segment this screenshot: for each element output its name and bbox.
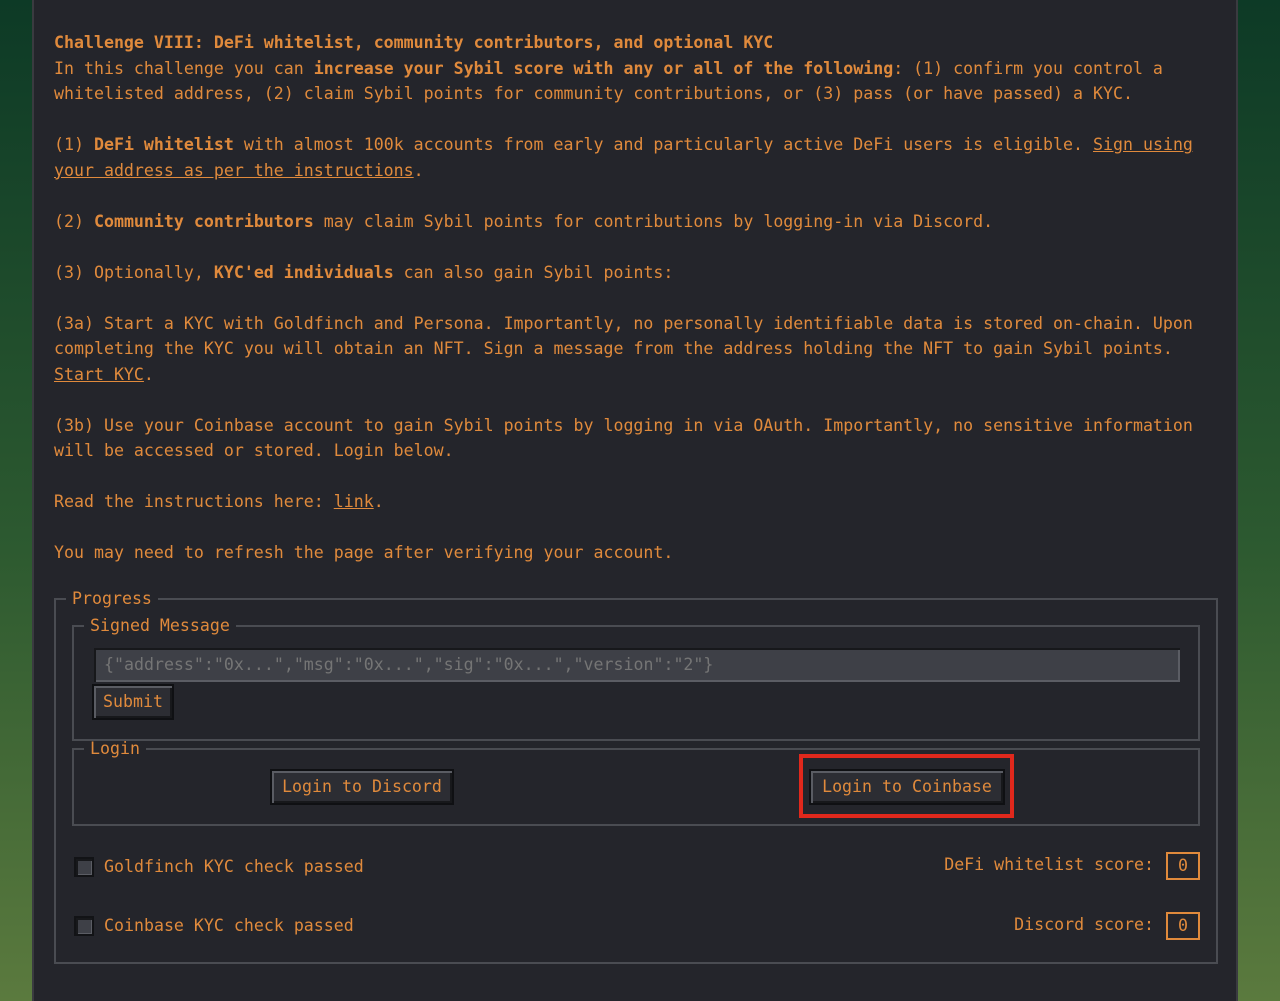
item1-prefix: (1) — [54, 135, 94, 154]
intro-lead-bold: increase your Sybil score with any or al… — [313, 58, 894, 78]
challenge-title: Challenge VIII: DeFi whitelist, communit… — [54, 33, 774, 52]
coinbase-paragraph: (3b) Use your Coinbase account to gain S… — [54, 413, 1220, 464]
defi-whitelist-paragraph: (1) DeFi whitelist with almost 100k acco… — [54, 132, 1220, 183]
coinbase-kyc-checkbox[interactable] — [74, 916, 94, 936]
challenge-description: Challenge VIII: DeFi whitelist, communit… — [54, 30, 1220, 591]
item3a-text: (3a) Start a KYC with Goldfinch and Pers… — [54, 313, 1193, 359]
goldfinch-kyc-label: Goldfinch KYC check passed — [104, 857, 364, 876]
instructions-text: Read the instructions here: — [54, 492, 334, 511]
item2-prefix: (2) — [54, 211, 94, 231]
discord-score-label: Discord score: — [1014, 915, 1154, 934]
intro-paragraph: Challenge VIII: DeFi whitelist, communit… — [54, 30, 1220, 107]
defi-whitelist-score-label: DeFi whitelist score: — [944, 855, 1154, 874]
login-fieldset: Login — [72, 740, 1200, 826]
signed-message-legend: Signed Message — [90, 616, 230, 635]
item2-text: may claim Sybil points for contributions… — [313, 211, 994, 231]
login-discord-button[interactable]: Login to Discord — [270, 769, 454, 805]
goldfinch-kyc-checkbox[interactable] — [74, 857, 94, 877]
signed-message-input[interactable] — [94, 648, 1180, 682]
coinbase-kyc-label: Coinbase KYC check passed — [104, 916, 354, 935]
instructions-suffix: . — [373, 492, 384, 511]
start-kyc-link[interactable]: Start KYC — [54, 365, 144, 384]
item3-prefix: (3) Optionally, — [54, 262, 214, 282]
item1-text: with almost 100k accounts from early and… — [233, 135, 1094, 154]
item3-bold: KYC'ed individuals — [213, 262, 394, 282]
progress-legend: Progress — [72, 589, 152, 608]
login-coinbase-button[interactable]: Login to Coinbase — [809, 769, 1005, 805]
discord-score-value: 0 — [1166, 912, 1200, 940]
refresh-note: You may need to refresh the page after v… — [54, 543, 674, 562]
item3-text: can also gain Sybil points: — [393, 262, 674, 282]
submit-button[interactable]: Submit — [92, 684, 174, 720]
challenge-panel: Challenge VIII: DeFi whitelist, communit… — [32, 0, 1238, 1001]
intro-lead-text: In this challenge you can — [54, 58, 314, 78]
instructions-link[interactable]: link — [334, 492, 374, 511]
item3a-suffix: . — [143, 364, 154, 384]
login-legend: Login — [90, 739, 140, 758]
item2-bold: Community contributors — [93, 211, 314, 231]
item3b-text: (3b) Use your Coinbase account to gain S… — [54, 415, 1193, 461]
item1-suffix: . — [413, 160, 424, 180]
community-paragraph: (2) Community contributors may claim Syb… — [54, 209, 1220, 235]
kyc-paragraph: (3) Optionally, KYC'ed individuals can a… — [54, 260, 1220, 286]
instructions-paragraph: Read the instructions here: link. — [54, 489, 1220, 515]
item1-bold: DeFi whitelist — [93, 135, 234, 154]
goldfinch-paragraph: (3a) Start a KYC with Goldfinch and Pers… — [54, 311, 1220, 388]
defi-whitelist-score-value: 0 — [1166, 852, 1200, 880]
